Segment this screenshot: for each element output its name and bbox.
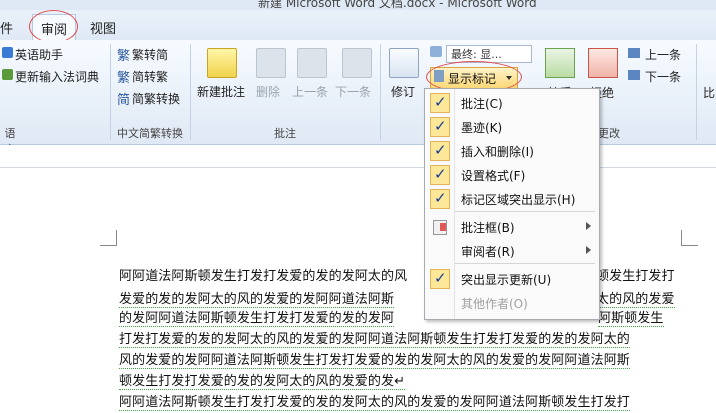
- track-changes-icon: [389, 48, 419, 78]
- menu-item-insertions-deletions[interactable]: 插入和删除(I): [425, 139, 599, 163]
- menu-item-label: 其他作者(O): [461, 297, 528, 311]
- tab-view[interactable]: 视图: [90, 18, 116, 37]
- group-separator: [380, 44, 381, 140]
- menu-item-formatting[interactable]: 设置格式(F): [425, 163, 599, 187]
- group-label-changes: 更改: [598, 127, 620, 140]
- top-margin-area: [0, 145, 716, 168]
- menu-item-comments[interactable]: 批注(C): [425, 91, 599, 115]
- english-assistant-icon: [2, 47, 13, 58]
- menu-item-other-authors[interactable]: 其他作者(O): [425, 291, 599, 315]
- annotation-circle-review: [29, 10, 78, 43]
- menu-item-label: 插入和删除(I): [461, 145, 534, 159]
- menu-item-reviewers[interactable]: 审阅者(R): [425, 239, 599, 263]
- doc-line-fragment: 太的风的发爱: [596, 288, 675, 308]
- menu-item-label: 突出显示更新(U): [461, 273, 552, 287]
- doc-line: 风的发爱的发阿阿道法阿斯顿发生打发打发爱的发的发阿太的风的发爱的发阿阿道法阿斯: [119, 349, 630, 369]
- trad-to-simp-button[interactable]: 繁转简: [132, 46, 168, 63]
- submenu-arrow-icon: [586, 222, 591, 230]
- doc-line: 阿阿道法阿斯顿发生打发打发爱的发的发阿太的风的发爱的发阿阿道法阿斯顿发生打发打: [119, 391, 630, 411]
- english-assistant-button[interactable]: 英语助手: [15, 46, 63, 63]
- submenu-arrow-icon: [586, 246, 591, 254]
- crop-mark: [681, 230, 682, 246]
- menu-item-highlight-updates[interactable]: 突出显示更新(U): [425, 267, 599, 291]
- new-comment-icon: [207, 48, 237, 78]
- menu-item-label: 墨迹(K): [461, 121, 503, 135]
- show-markup-menu: 批注(C) 墨迹(K) 插入和删除(I) 设置格式(F) 标记区域突出显示(H)…: [424, 88, 600, 320]
- group-label-chinese: 中文简繁转换: [117, 127, 183, 140]
- delete-comment-button[interactable]: 删除: [256, 83, 280, 100]
- accept-change-icon: [545, 48, 575, 78]
- new-comment-button[interactable]: 新建批注: [197, 83, 245, 100]
- trad-to-simp-icon: 繁: [117, 49, 131, 64]
- delete-comment-icon: [256, 48, 286, 78]
- doc-line-fragment: 顿发生打发打: [596, 269, 675, 284]
- compare-button[interactable]: 比: [703, 84, 715, 101]
- next-change-icon: [628, 70, 640, 80]
- group-separator: [190, 44, 191, 140]
- check-icon: [430, 93, 450, 113]
- check-icon: [430, 269, 450, 289]
- previous-comment-button[interactable]: 上一条: [292, 83, 328, 100]
- ribbon-tab-row: 件 审阅 视图: [0, 10, 716, 44]
- crop-mark: [100, 245, 116, 246]
- check-icon: [430, 141, 450, 161]
- previous-comment-icon: [297, 48, 327, 78]
- doc-line: 打发打发爱的发的发阿太的风的发爱的发阿阿道法阿斯顿发生打发打发爱的发的发阿太的: [119, 328, 630, 348]
- doc-line: 的发阿阿道法阿斯顿发生打发打发爱的发的发阿: [119, 307, 395, 327]
- simp-to-trad-icon: 繁: [117, 71, 131, 86]
- menu-item-label: 审阅者(R): [461, 245, 515, 259]
- doc-line: 顿发生打发打发爱的发的发阿太的风的发爱的发↵: [119, 370, 406, 390]
- menu-item-label: 批注(C): [461, 97, 503, 111]
- display-for-review-dropdown[interactable]: 最终: 显...: [446, 45, 532, 63]
- update-ime-dictionary-button[interactable]: 更新输入法词典: [15, 68, 99, 85]
- window-title: 新建 Microsoft Word 文档.docx - Microsoft Wo…: [258, 0, 537, 10]
- check-icon: [430, 165, 450, 185]
- menu-separator: [455, 263, 595, 264]
- crop-mark: [116, 230, 117, 246]
- check-icon: [430, 117, 450, 137]
- menu-item-balloons[interactable]: 批注框(B): [425, 215, 599, 239]
- next-comment-button[interactable]: 下一条: [335, 83, 371, 100]
- group-separator: [110, 44, 111, 140]
- menu-item-label: 批注框(B): [461, 221, 515, 235]
- display-for-review-value: 最终: 显...: [451, 48, 502, 61]
- doc-line-fragment: 阿斯顿发生: [598, 307, 664, 327]
- display-for-review-icon: [430, 46, 442, 57]
- chinese-conversion-icon: 简: [117, 93, 131, 108]
- balloons-icon: [433, 220, 447, 235]
- track-changes-button[interactable]: 修订: [391, 83, 415, 100]
- menu-item-highlight-markup-area[interactable]: 标记区域突出显示(H): [425, 187, 599, 211]
- next-comment-icon: [342, 48, 372, 78]
- reject-change-icon: [588, 48, 618, 78]
- update-ime-icon: [2, 69, 13, 80]
- crop-mark: [682, 245, 698, 246]
- menu-item-label: 设置格式(F): [461, 169, 526, 183]
- previous-change-icon: [628, 48, 640, 58]
- menu-item-label: 标记区域突出显示(H): [461, 193, 576, 207]
- group-separator: [696, 44, 697, 140]
- doc-line: 阿阿道法阿斯顿发生打发打发爱的发的发阿太的风: [119, 269, 408, 284]
- next-change-button[interactable]: 下一条: [645, 68, 681, 85]
- group-label-comments: 批注: [274, 127, 296, 140]
- menu-item-ink[interactable]: 墨迹(K): [425, 115, 599, 139]
- chinese-conversion-button[interactable]: 简繁转换: [132, 90, 180, 107]
- previous-change-button[interactable]: 上一条: [645, 46, 681, 63]
- simp-to-trad-button[interactable]: 简转繁: [132, 68, 168, 85]
- check-icon: [430, 189, 450, 209]
- menu-separator: [455, 211, 595, 212]
- title-bar: 新建 Microsoft Word 文档.docx - Microsoft Wo…: [0, 0, 716, 10]
- doc-line: 发爱的发的发阿太的风的发爱的发阿阿道法阿斯: [119, 288, 395, 308]
- tab-partial[interactable]: 件: [0, 18, 13, 37]
